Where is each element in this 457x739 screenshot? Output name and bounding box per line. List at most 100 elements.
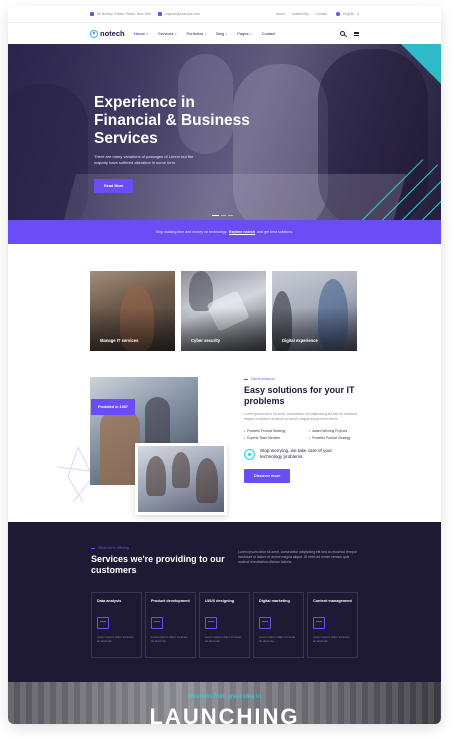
launch-title: LAUNCHING — [149, 704, 300, 724]
photo-figure — [196, 458, 218, 503]
menu-icon[interactable] — [354, 31, 359, 36]
nav-item-services[interactable]: Services ▾ — [158, 31, 176, 36]
service-card[interactable]: Content management Lorem ipsum dolor sit… — [307, 592, 358, 658]
launch-section: Business from great idea to LAUNCHING — [8, 682, 441, 724]
top-link-about[interactable]: About — [276, 12, 285, 16]
service-title: Content management — [313, 599, 352, 603]
about-kicker: Get to know us — [244, 377, 368, 381]
logo[interactable]: notech — [90, 29, 134, 38]
hero-text: There are many variations of passages of… — [94, 154, 194, 165]
chevron-down-icon: ▾ — [174, 31, 177, 36]
check-item: Award Winning Projects — [309, 429, 368, 433]
nav-actions — [340, 31, 359, 36]
logo-icon — [90, 29, 98, 38]
worry-text: Stop worrying, we take care of your tech… — [260, 448, 333, 459]
service-desc: Lorem ipsum dolor sit amet, sit amet do. — [151, 635, 189, 644]
about-photo-secondary — [135, 443, 227, 515]
nav-item-contact[interactable]: Contact — [262, 31, 276, 36]
page-frame: 66 Broklyn Golden Street. New York suppo… — [8, 6, 441, 724]
discover-more-button[interactable]: Discover more — [244, 469, 291, 483]
about-section: Founded in 1987 Get to know us Easy solu… — [8, 377, 441, 527]
service-card[interactable]: Product development Lorem ipsum dolor si… — [145, 592, 196, 658]
top-link-contact[interactable]: Contact — [315, 12, 327, 16]
founded-badge: Founded in 1987 — [91, 399, 135, 415]
photo-figure — [172, 452, 190, 488]
nav-item-label: Home — [134, 31, 146, 36]
service-card[interactable]: UI/UX designing Lorem ipsum dolor sit am… — [199, 592, 250, 658]
service-card[interactable]: Digital marketing Lorem ipsum dolor sit … — [253, 592, 304, 658]
check-item: Powerful Product Strategy — [244, 429, 303, 433]
feature-card[interactable]: Cyber security — [181, 271, 266, 351]
hero-title: Experience in Financial & Business Servi… — [94, 94, 250, 147]
banner-text: Stop wasting time and money on technolog… — [155, 230, 228, 234]
design-icon — [205, 617, 217, 629]
services-kicker: What we're offering — [91, 546, 129, 550]
banner-link[interactable]: Explore notech — [229, 230, 255, 234]
services-grid: Data analysis Lorem ipsum dolor sit amet… — [91, 592, 358, 658]
top-contact: 66 Broklyn Golden Street. New York suppo… — [90, 12, 200, 16]
service-title: Product development — [151, 599, 190, 603]
card-label: Cyber security — [191, 338, 221, 343]
chevron-down-icon: ▾ — [225, 31, 228, 36]
top-link-leadership[interactable]: Leadership — [292, 12, 309, 16]
about-checklist: Powerful Product Strategy Award Winning … — [244, 429, 368, 440]
nav-item-label: Services — [158, 31, 174, 36]
top-links: About / Leadership / Contact English ▾ — [275, 12, 359, 16]
slider-dot[interactable] — [221, 215, 226, 216]
about-title: Easy solutions for your IT problems — [244, 385, 355, 406]
service-desc: Lorem ipsum dolor sit amet, sit amet do. — [205, 635, 243, 644]
slider-dots — [212, 215, 233, 216]
service-card[interactable]: Data analysis Lorem ipsum dolor sit amet… — [91, 592, 142, 658]
nav-item-label: Blog — [216, 31, 225, 36]
top-bar: 66 Broklyn Golden Street. New York suppo… — [8, 6, 441, 22]
chevron-down-icon: ▾ — [204, 31, 207, 36]
about-paragraph: Lorem ipsum dolor sit amet, consectetur … — [244, 412, 357, 421]
check-item: Experts Team Member — [244, 436, 303, 440]
services-title: Services we're providing to our customer… — [91, 554, 225, 575]
service-desc: Lorem ipsum dolor sit amet, sit amet do. — [97, 635, 135, 644]
nav-menu: Home ▾ Services ▾ Portfolios ▾ Blog ▾ Pages ▾… — [134, 31, 275, 36]
nav-item-home[interactable]: Home ▾ — [134, 31, 148, 36]
nav-item-blog[interactable]: Blog ▾ — [216, 31, 227, 36]
nav-item-label: Portfolios — [186, 31, 204, 36]
feature-card[interactable]: Digital experience — [272, 271, 357, 351]
chart-icon — [97, 617, 109, 629]
globe-icon — [336, 12, 341, 16]
nav-item-label: Contact — [261, 31, 276, 36]
services-paragraph: Lorem ipsum dolor sit amet, consectetur … — [238, 550, 357, 564]
hero-content: Experience in Financial & Business Servi… — [94, 94, 264, 193]
nav-item-portfolios[interactable]: Portfolios ▾ — [187, 31, 207, 36]
search-icon[interactable] — [340, 31, 345, 36]
slider-dot[interactable] — [212, 215, 219, 216]
hero-slider: Experience in Financial & Business Servi… — [8, 44, 441, 220]
content-icon — [313, 617, 325, 629]
feature-cards: Manage IT services Cyber security Digita… — [8, 244, 441, 351]
read-more-button[interactable]: Read More — [94, 179, 134, 193]
lightbulb-icon — [151, 617, 163, 629]
service-title: UI/UX designing — [205, 599, 235, 603]
mail-icon — [158, 12, 163, 16]
location-icon — [90, 12, 94, 16]
marketing-icon — [259, 617, 271, 629]
service-desc: Lorem ipsum dolor sit amet, sit amet do. — [259, 635, 297, 644]
check-item: Powerful Product Strategy — [309, 436, 368, 440]
hero-corner-accent — [401, 44, 441, 84]
banner-tail: and get best solutions. — [257, 230, 294, 234]
launch-subtitle: Business from great idea to — [187, 694, 262, 700]
photo-figure — [100, 407, 140, 485]
worry-callout: Stop worrying, we take care of your tech… — [244, 448, 368, 460]
feature-card[interactable]: Manage IT services — [90, 271, 175, 351]
service-title: Digital marketing — [259, 599, 290, 603]
top-email[interactable]: support@example.com — [165, 12, 200, 16]
promo-banner: Stop wasting time and money on technolog… — [8, 220, 441, 244]
slider-dot[interactable] — [228, 215, 233, 216]
service-title: Data analysis — [97, 599, 122, 603]
language-select[interactable]: English — [343, 12, 354, 16]
chevron-down-icon: ▾ — [250, 31, 252, 36]
nav-item-pages[interactable]: Pages ▾ — [237, 31, 251, 36]
card-label: Manage IT services — [100, 338, 139, 343]
logo-text: notech — [100, 29, 125, 38]
top-address: 66 Broklyn Golden Street. New York — [97, 12, 152, 16]
chevron-down-icon: ▾ — [357, 12, 359, 16]
main-nav: notech Home ▾ Services ▾ Portfolios ▾ Blog ▾… — [8, 22, 441, 44]
